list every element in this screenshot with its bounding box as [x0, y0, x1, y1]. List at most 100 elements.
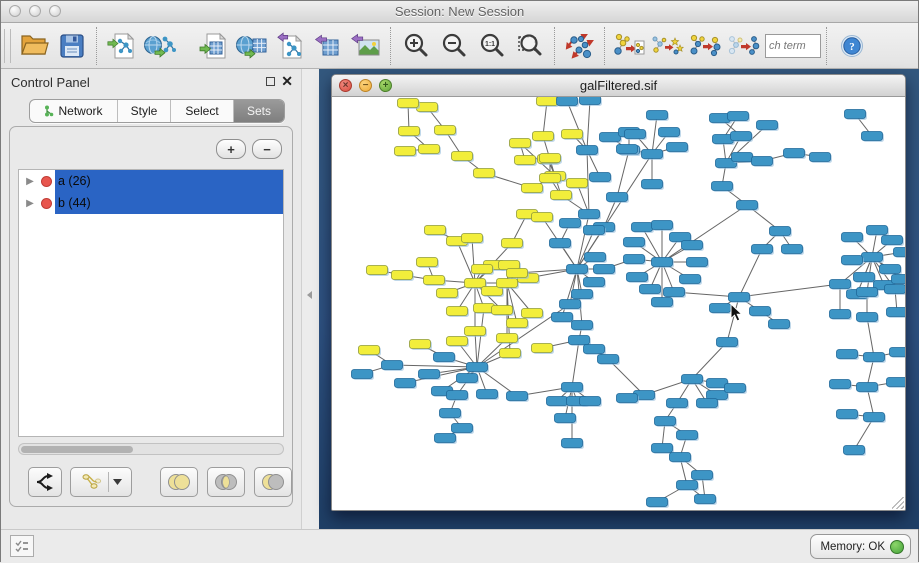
graph-node[interactable]: [474, 169, 495, 178]
graph-node[interactable]: [497, 334, 518, 343]
zoom-fit-button[interactable]: 1:1: [473, 27, 511, 65]
network-window-titlebar[interactable]: × − + galFiltered.sif: [332, 75, 905, 97]
graph-node[interactable]: [857, 288, 878, 297]
graph-node[interactable]: [664, 288, 685, 297]
resize-grip[interactable]: [892, 497, 904, 509]
tab-style[interactable]: Style: [118, 100, 171, 122]
graph-node[interactable]: [842, 256, 863, 265]
graph-node[interactable]: [892, 275, 906, 284]
graph-node[interactable]: [594, 265, 615, 274]
graph-node[interactable]: [642, 150, 663, 159]
graph-node[interactable]: [710, 304, 731, 313]
graph-node[interactable]: [492, 306, 513, 315]
set-intersection-button[interactable]: [207, 467, 245, 497]
sets-list[interactable]: ▶ a (26) ▶ b (44): [18, 169, 284, 437]
graph-node[interactable]: [769, 320, 790, 329]
zoom-selected-button[interactable]: [511, 27, 549, 65]
graph-node[interactable]: [567, 179, 588, 188]
apply-layout-button[interactable]: [561, 27, 599, 65]
graph-node[interactable]: [398, 99, 419, 108]
graph-node[interactable]: [507, 392, 528, 401]
split-set-button[interactable]: [28, 467, 62, 497]
graph-node[interactable]: [359, 346, 380, 355]
export-network-button[interactable]: [271, 27, 309, 65]
graph-node[interactable]: [457, 374, 478, 383]
new-network-selected-nodes-all-edges-button[interactable]: [611, 27, 649, 65]
import-table-web-button[interactable]: [233, 27, 271, 65]
graph-node[interactable]: [844, 446, 865, 455]
graph-node[interactable]: [569, 336, 590, 345]
export-image-button[interactable]: [347, 27, 385, 65]
graph-node[interactable]: [585, 253, 606, 262]
graph-node[interactable]: [452, 152, 473, 161]
graph-node[interactable]: [712, 182, 733, 191]
graph-node[interactable]: [757, 121, 778, 130]
graph-node[interactable]: [655, 417, 676, 426]
panel-splitter[interactable]: [301, 69, 320, 529]
graph-node[interactable]: [600, 133, 621, 142]
graph-node[interactable]: [647, 498, 668, 507]
export-table-button[interactable]: [309, 27, 347, 65]
help-button[interactable]: ?: [833, 27, 871, 65]
graph-node[interactable]: [737, 201, 758, 210]
open-session-button[interactable]: [15, 27, 53, 65]
graph-node[interactable]: [697, 399, 718, 408]
graph-node[interactable]: [567, 265, 588, 274]
graph-node[interactable]: [440, 409, 461, 418]
graph-node[interactable]: [680, 275, 701, 284]
graph-node[interactable]: [500, 349, 521, 358]
graph-node[interactable]: [632, 223, 653, 232]
horizontal-scrollbar[interactable]: [18, 443, 284, 455]
graph-node[interactable]: [687, 258, 708, 267]
graph-node[interactable]: [625, 130, 646, 139]
graph-node[interactable]: [562, 130, 583, 139]
graph-node[interactable]: [667, 143, 688, 152]
graph-node[interactable]: [562, 383, 583, 392]
float-panel-icon[interactable]: [266, 77, 275, 86]
close-panel-icon[interactable]: ✕: [281, 73, 293, 90]
graph-node[interactable]: [864, 413, 885, 422]
graph-node[interactable]: [507, 269, 528, 278]
graph-node[interactable]: [810, 153, 831, 162]
graph-node[interactable]: [417, 258, 438, 267]
graph-node[interactable]: [624, 238, 645, 247]
graph-node[interactable]: [552, 313, 573, 322]
graph-node[interactable]: [729, 293, 750, 302]
graph-node[interactable]: [577, 146, 598, 155]
create-set-from-network-button[interactable]: [70, 467, 132, 497]
graph-node[interactable]: [617, 394, 638, 403]
graph-node[interactable]: [862, 132, 883, 141]
graph-node[interactable]: [894, 248, 906, 257]
graph-node[interactable]: [752, 245, 773, 254]
import-network-file-button[interactable]: [103, 27, 141, 65]
graph-node[interactable]: [399, 127, 420, 136]
graph-node[interactable]: [477, 390, 498, 399]
graph-node[interactable]: [580, 97, 601, 105]
graph-node[interactable]: [731, 132, 752, 141]
graph-node[interactable]: [652, 298, 673, 307]
graph-node[interactable]: [532, 213, 553, 222]
graph-node[interactable]: [830, 380, 851, 389]
graph-node[interactable]: [462, 234, 483, 243]
graph-node[interactable]: [533, 132, 554, 141]
graph-node[interactable]: [537, 97, 558, 106]
graph-node[interactable]: [547, 397, 568, 406]
search-input[interactable]: ch term: [765, 34, 821, 58]
graph-node[interactable]: [642, 180, 663, 189]
graph-node[interactable]: [584, 278, 605, 287]
graph-node[interactable]: [854, 273, 875, 282]
graph-node[interactable]: [830, 310, 851, 319]
graph-node[interactable]: [507, 319, 528, 328]
graph-node[interactable]: [887, 308, 906, 317]
graph-node[interactable]: [670, 453, 691, 462]
graph-node[interactable]: [782, 245, 803, 254]
graph-node[interactable]: [410, 340, 431, 349]
network-window[interactable]: × − + galFiltered.sif: [331, 74, 906, 511]
graph-node[interactable]: [652, 221, 673, 230]
graph-node[interactable]: [584, 345, 605, 354]
graph-node[interactable]: [752, 157, 773, 166]
zoom-out-button[interactable]: [435, 27, 473, 65]
graph-node[interactable]: [682, 241, 703, 250]
graph-node[interactable]: [845, 110, 866, 119]
graph-node[interactable]: [447, 337, 468, 346]
